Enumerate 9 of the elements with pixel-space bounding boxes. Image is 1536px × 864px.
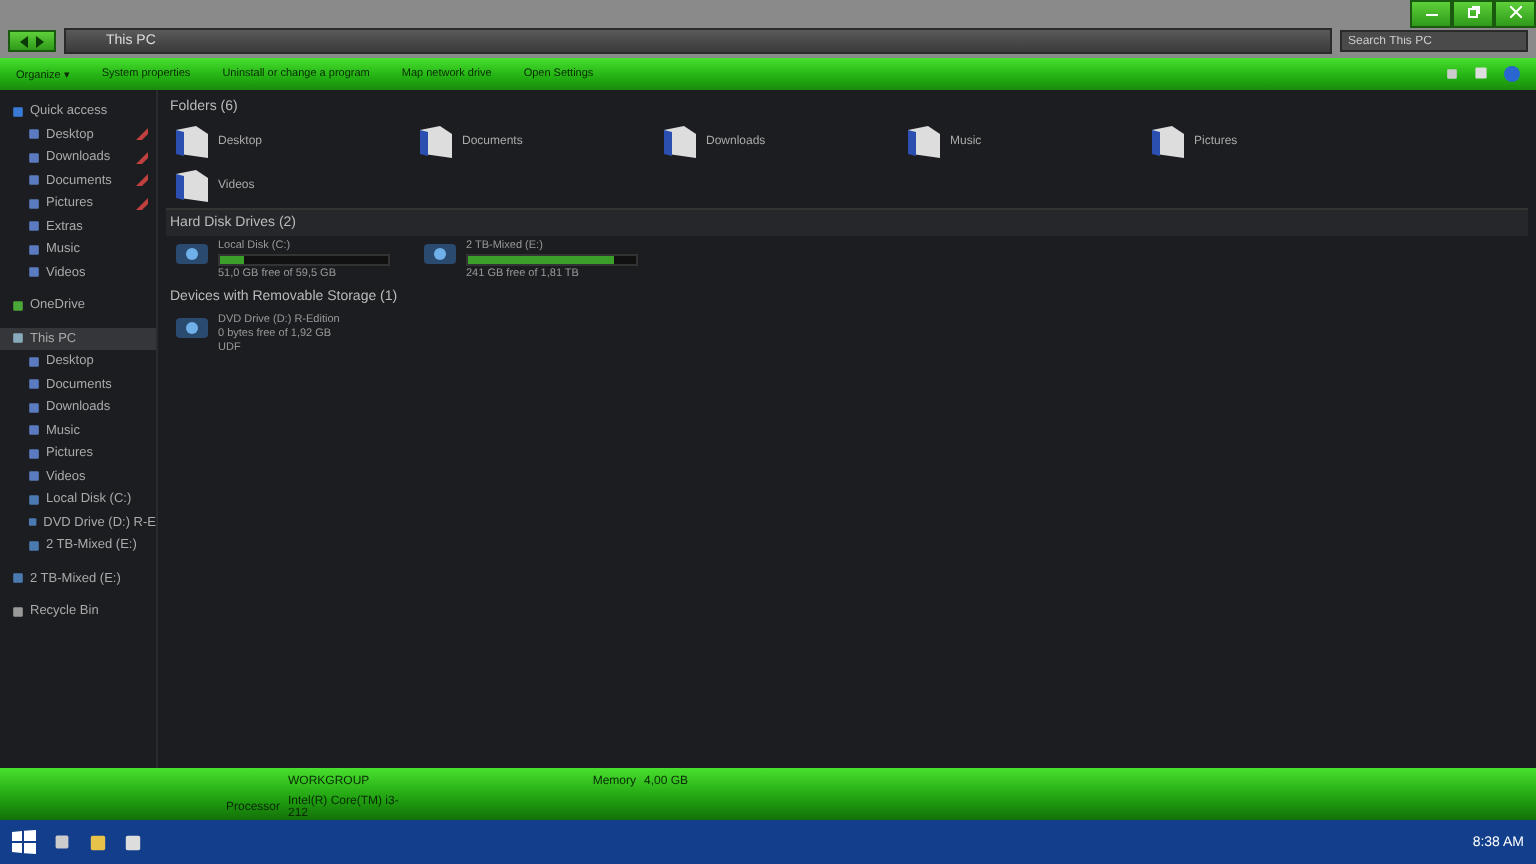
restore-icon [1467, 6, 1479, 18]
minimize-button[interactable] [1410, 0, 1452, 28]
close-button[interactable] [1494, 0, 1536, 28]
arrows-icon [18, 35, 46, 47]
minimize-icon [1425, 14, 1437, 18]
back-forward-button[interactable] [8, 30, 56, 52]
maximize-button[interactable] [1452, 0, 1494, 28]
close-icon [1509, 6, 1521, 18]
start-icon[interactable] [12, 830, 36, 854]
